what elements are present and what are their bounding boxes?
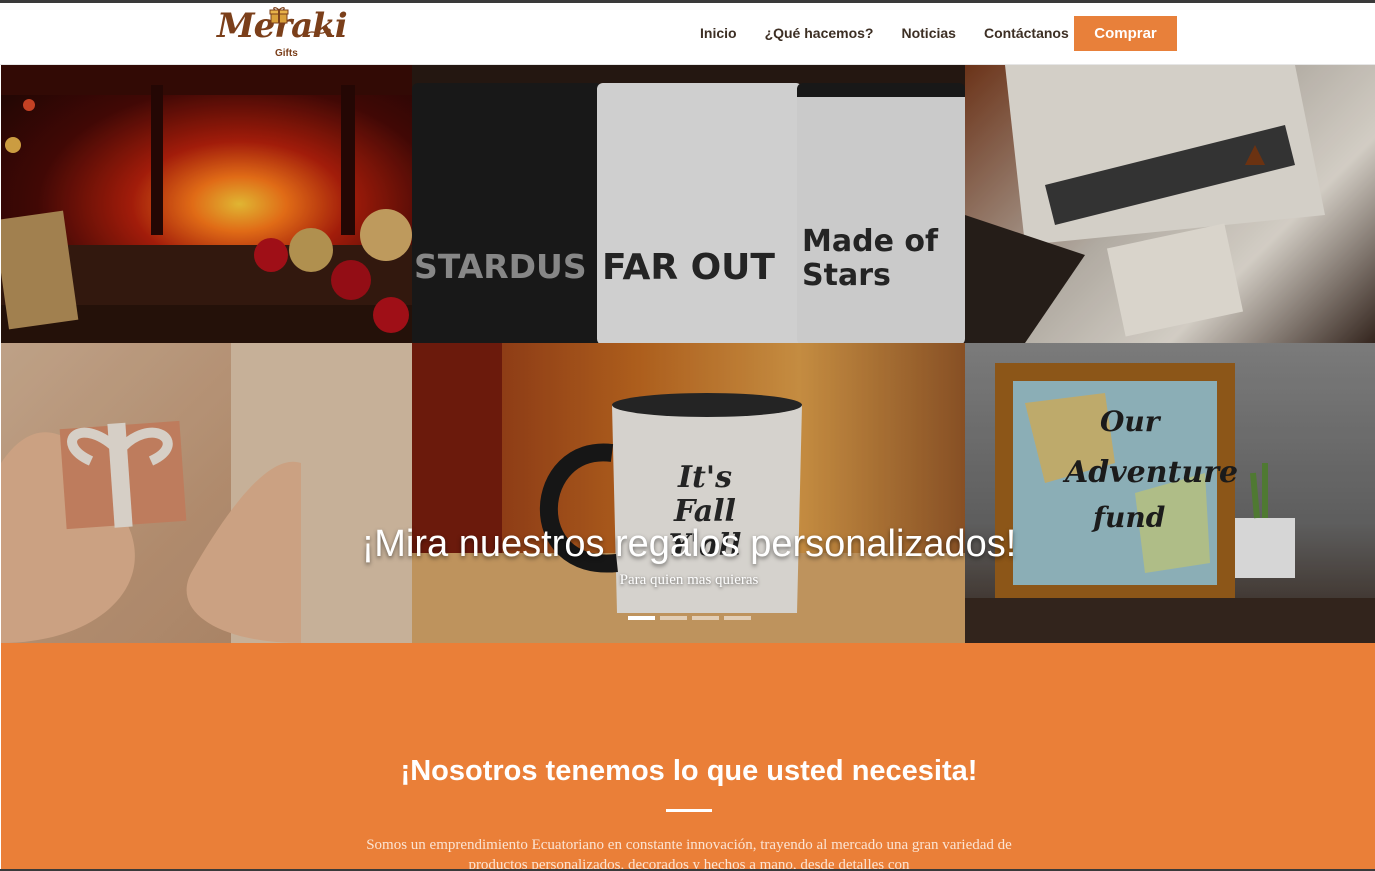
about-title: ¡Nosotros tenemos lo que usted necesita! <box>400 755 978 787</box>
nav-item-noticias[interactable]: Noticias <box>901 25 955 41</box>
about-text: Somos un emprendimiento Ecuatoriano en c… <box>366 837 1012 871</box>
hero-carousel[interactable]: STARDUS FAR OUT Made of Stars It's Fall … <box>1 65 1375 643</box>
hero-caption: ¡Mira nuestros regalos personalizados! P… <box>1 523 1375 589</box>
hero-subtitle: Para quien mas quieras <box>619 572 759 588</box>
carousel-indicator-2[interactable] <box>660 616 687 620</box>
carousel-indicator-4[interactable] <box>724 616 751 620</box>
carousel-indicators <box>628 616 756 620</box>
logo-subtitle: Gifts <box>275 48 298 59</box>
swirl-icon <box>306 28 331 35</box>
hero-title: ¡Mira nuestros regalos personalizados! <box>361 523 1017 565</box>
main-nav: Inicio ¿Qué hacemos? Noticias Contáctano… <box>700 3 1097 63</box>
comprar-button[interactable]: Comprar <box>1074 16 1177 51</box>
nav-item-que-hacemos[interactable]: ¿Qué hacemos? <box>765 25 874 41</box>
carousel-indicator-3[interactable] <box>692 616 719 620</box>
nav-item-contactanos[interactable]: Contáctanos <box>984 25 1069 41</box>
title-divider <box>666 809 712 812</box>
navbar: Meraki Gifts Inicio ¿Qué hacemos? Notici… <box>0 3 1375 65</box>
nav-item-inicio[interactable]: Inicio <box>700 25 737 41</box>
gift-icon <box>269 7 289 24</box>
carousel-indicator-1[interactable] <box>628 616 655 620</box>
brand-logo[interactable]: Meraki Gifts <box>217 6 348 62</box>
about-section: ¡Nosotros tenemos lo que usted necesita!… <box>1 643 1375 871</box>
